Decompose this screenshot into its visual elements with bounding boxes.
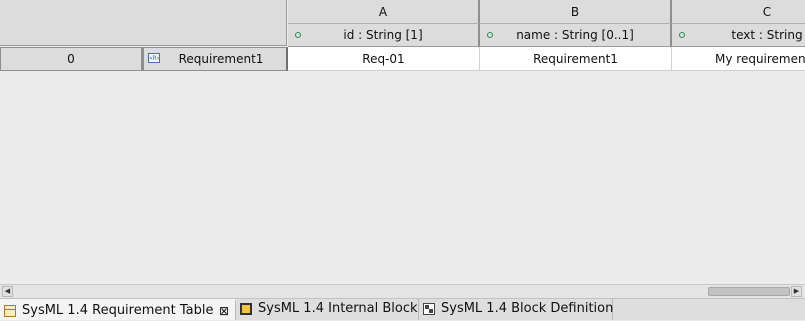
column-header-label: id : String [1] [343,28,423,42]
cell-id[interactable]: Req-01 [288,47,480,71]
internal-block-diagram-icon [240,303,252,315]
row-label-text: Requirement1 [178,52,264,66]
tab-label: SysML 1.4 Block Definition [441,301,614,316]
scrollbar-thumb[interactable] [708,287,790,296]
column-header-name[interactable]: name : String [0..1] [480,24,672,47]
scroll-right-icon[interactable]: ▶ [791,286,802,297]
requirement-table-icon [4,305,16,317]
column-letter-b[interactable]: B [480,0,672,24]
column-header-label: text : String [731,28,803,42]
close-icon[interactable]: ⊠ [219,301,229,321]
row-label-requirement1[interactable]: «R» Requirement1 [143,47,288,71]
tab-requirement-table[interactable]: SysML 1.4 Requirement Table ⊠ [0,299,236,320]
horizontal-scrollbar[interactable]: ◀ ▶ [0,284,805,298]
attribute-icon [295,32,301,38]
column-header-id[interactable]: id : String [1] [288,24,480,47]
scroll-left-icon[interactable]: ◀ [2,286,13,297]
attribute-icon [487,32,493,38]
tab-internal-block[interactable]: SysML 1.4 Internal Block [236,299,419,320]
tab-label: SysML 1.4 Internal Block [258,301,418,316]
tab-block-definition[interactable]: SysML 1.4 Block Definition [419,299,613,320]
requirement-table: A B C id : String [1] name : String [0..… [0,0,805,284]
tab-label: SysML 1.4 Requirement Table [22,303,214,318]
column-letter-a[interactable]: A [288,0,480,24]
requirement-icon: «R» [148,53,161,63]
row-number[interactable]: 0 [0,47,143,71]
block-definition-diagram-icon [423,303,435,315]
cell-name[interactable]: Requirement1 [480,47,672,71]
column-header-label: name : String [0..1] [516,28,634,42]
table-corner [0,0,287,46]
column-header-text[interactable]: text : String [672,24,805,47]
cell-text[interactable]: My requirement [672,47,805,71]
column-letter-c[interactable]: C [672,0,805,24]
attribute-icon [679,32,685,38]
editor-tab-bar: SysML 1.4 Requirement Table ⊠ SysML 1.4 … [0,298,805,320]
